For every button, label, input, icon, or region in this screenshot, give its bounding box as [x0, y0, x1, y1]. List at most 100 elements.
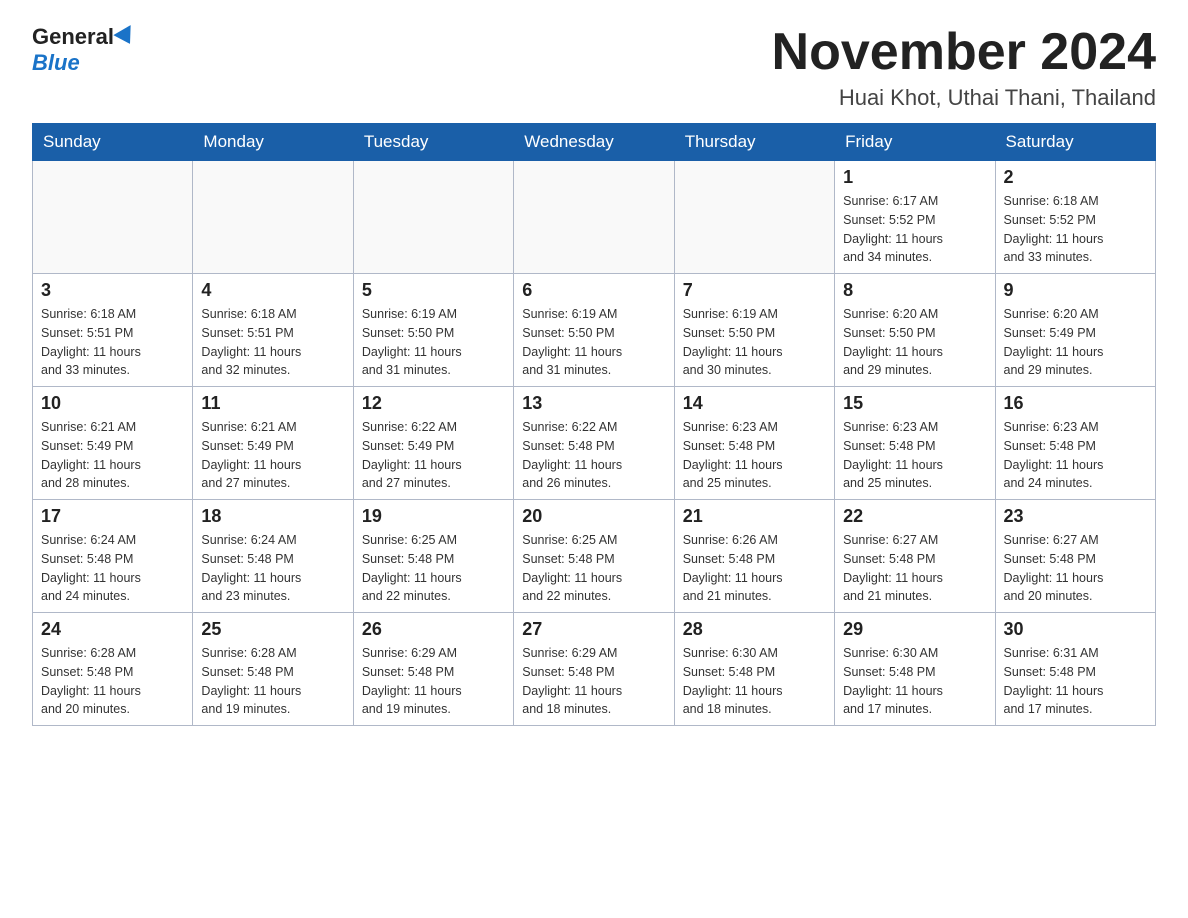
table-row: 2 Sunrise: 6:18 AMSunset: 5:52 PMDaylight…	[995, 161, 1155, 274]
day-info: Sunrise: 6:17 AMSunset: 5:52 PMDaylight:…	[843, 192, 986, 267]
page-header: General Blue November 2024 Huai Khot, Ut…	[32, 24, 1156, 111]
table-row	[193, 161, 353, 274]
table-row: 8 Sunrise: 6:20 AMSunset: 5:50 PMDaylight…	[835, 274, 995, 387]
day-info: Sunrise: 6:18 AMSunset: 5:51 PMDaylight:…	[41, 305, 184, 380]
day-info: Sunrise: 6:30 AMSunset: 5:48 PMDaylight:…	[683, 644, 826, 719]
day-info: Sunrise: 6:21 AMSunset: 5:49 PMDaylight:…	[41, 418, 184, 493]
day-info: Sunrise: 6:24 AMSunset: 5:48 PMDaylight:…	[201, 531, 344, 606]
day-info: Sunrise: 6:18 AMSunset: 5:52 PMDaylight:…	[1004, 192, 1147, 267]
table-row: 30Sunrise: 6:31 AMSunset: 5:48 PMDayligh…	[995, 613, 1155, 726]
day-number: 17	[41, 506, 184, 527]
table-row: 13Sunrise: 6:22 AMSunset: 5:48 PMDayligh…	[514, 387, 674, 500]
day-info: Sunrise: 6:25 AMSunset: 5:48 PMDaylight:…	[522, 531, 665, 606]
calendar-header-row: Sunday Monday Tuesday Wednesday Thursday…	[33, 124, 1156, 161]
table-row: 9 Sunrise: 6:20 AMSunset: 5:49 PMDaylight…	[995, 274, 1155, 387]
day-info: Sunrise: 6:28 AMSunset: 5:48 PMDaylight:…	[201, 644, 344, 719]
day-number: 23	[1004, 506, 1147, 527]
table-row: 10 Sunrise: 6:21 AMSunset: 5:49 PMDayligh…	[33, 387, 193, 500]
month-title: November 2024	[772, 24, 1156, 81]
day-info: Sunrise: 6:30 AMSunset: 5:48 PMDaylight:…	[843, 644, 986, 719]
col-sunday: Sunday	[33, 124, 193, 161]
table-row: 1 Sunrise: 6:17 AMSunset: 5:52 PMDaylight…	[835, 161, 995, 274]
table-row: 22 Sunrise: 6:27 AMSunset: 5:48 PMDayligh…	[835, 500, 995, 613]
day-info: Sunrise: 6:27 AMSunset: 5:48 PMDaylight:…	[1004, 531, 1147, 606]
day-info: Sunrise: 6:18 AMSunset: 5:51 PMDaylight:…	[201, 305, 344, 380]
day-number: 27	[522, 619, 665, 640]
table-row: 17 Sunrise: 6:24 AMSunset: 5:48 PMDayligh…	[33, 500, 193, 613]
day-number: 18	[201, 506, 344, 527]
table-row: 21 Sunrise: 6:26 AMSunset: 5:48 PMDayligh…	[674, 500, 834, 613]
calendar-table: Sunday Monday Tuesday Wednesday Thursday…	[32, 123, 1156, 726]
logo-arrow-icon	[113, 25, 138, 49]
title-block: November 2024 Huai Khot, Uthai Thani, Th…	[772, 24, 1156, 111]
day-number: 11	[201, 393, 344, 414]
day-number: 12	[362, 393, 505, 414]
day-number: 7	[683, 280, 826, 301]
table-row: 4Sunrise: 6:18 AMSunset: 5:51 PMDaylight…	[193, 274, 353, 387]
day-info: Sunrise: 6:29 AMSunset: 5:48 PMDaylight:…	[522, 644, 665, 719]
table-row	[353, 161, 513, 274]
calendar-week-row: 10 Sunrise: 6:21 AMSunset: 5:49 PMDayligh…	[33, 387, 1156, 500]
col-monday: Monday	[193, 124, 353, 161]
day-info: Sunrise: 6:27 AMSunset: 5:48 PMDaylight:…	[843, 531, 986, 606]
day-number: 25	[201, 619, 344, 640]
day-number: 1	[843, 167, 986, 188]
table-row: 6Sunrise: 6:19 AMSunset: 5:50 PMDaylight…	[514, 274, 674, 387]
logo-blue-text: Blue	[32, 50, 80, 75]
location-text: Huai Khot, Uthai Thani, Thailand	[772, 85, 1156, 111]
col-friday: Friday	[835, 124, 995, 161]
day-number: 26	[362, 619, 505, 640]
table-row: 11Sunrise: 6:21 AMSunset: 5:49 PMDayligh…	[193, 387, 353, 500]
day-info: Sunrise: 6:20 AMSunset: 5:49 PMDaylight:…	[1004, 305, 1147, 380]
table-row: 19Sunrise: 6:25 AMSunset: 5:48 PMDayligh…	[353, 500, 513, 613]
day-number: 30	[1004, 619, 1147, 640]
table-row: 15Sunrise: 6:23 AMSunset: 5:48 PMDayligh…	[835, 387, 995, 500]
logo-general-text: General	[32, 24, 114, 50]
day-number: 19	[362, 506, 505, 527]
day-info: Sunrise: 6:23 AMSunset: 5:48 PMDaylight:…	[843, 418, 986, 493]
table-row: 12 Sunrise: 6:22 AMSunset: 5:49 PMDayligh…	[353, 387, 513, 500]
day-info: Sunrise: 6:22 AMSunset: 5:48 PMDaylight:…	[522, 418, 665, 493]
table-row	[514, 161, 674, 274]
calendar-week-row: 17 Sunrise: 6:24 AMSunset: 5:48 PMDayligh…	[33, 500, 1156, 613]
day-number: 22	[843, 506, 986, 527]
day-number: 24	[41, 619, 184, 640]
table-row: 16Sunrise: 6:23 AMSunset: 5:48 PMDayligh…	[995, 387, 1155, 500]
calendar-week-row: 1 Sunrise: 6:17 AMSunset: 5:52 PMDaylight…	[33, 161, 1156, 274]
day-info: Sunrise: 6:23 AMSunset: 5:48 PMDaylight:…	[683, 418, 826, 493]
day-info: Sunrise: 6:20 AMSunset: 5:50 PMDaylight:…	[843, 305, 986, 380]
day-number: 6	[522, 280, 665, 301]
day-info: Sunrise: 6:22 AMSunset: 5:49 PMDaylight:…	[362, 418, 505, 493]
col-saturday: Saturday	[995, 124, 1155, 161]
table-row: 14 Sunrise: 6:23 AMSunset: 5:48 PMDayligh…	[674, 387, 834, 500]
day-number: 14	[683, 393, 826, 414]
col-wednesday: Wednesday	[514, 124, 674, 161]
day-number: 9	[1004, 280, 1147, 301]
day-number: 29	[843, 619, 986, 640]
table-row: 28 Sunrise: 6:30 AMSunset: 5:48 PMDayligh…	[674, 613, 834, 726]
day-number: 2	[1004, 167, 1147, 188]
day-number: 5	[362, 280, 505, 301]
table-row: 3Sunrise: 6:18 AMSunset: 5:51 PMDaylight…	[33, 274, 193, 387]
table-row	[33, 161, 193, 274]
table-row: 29 Sunrise: 6:30 AMSunset: 5:48 PMDayligh…	[835, 613, 995, 726]
table-row: 5Sunrise: 6:19 AMSunset: 5:50 PMDaylight…	[353, 274, 513, 387]
calendar-week-row: 24 Sunrise: 6:28 AMSunset: 5:48 PMDayligh…	[33, 613, 1156, 726]
col-tuesday: Tuesday	[353, 124, 513, 161]
table-row: 23 Sunrise: 6:27 AMSunset: 5:48 PMDayligh…	[995, 500, 1155, 613]
day-number: 8	[843, 280, 986, 301]
day-info: Sunrise: 6:19 AMSunset: 5:50 PMDaylight:…	[683, 305, 826, 380]
day-info: Sunrise: 6:29 AMSunset: 5:48 PMDaylight:…	[362, 644, 505, 719]
table-row: 7 Sunrise: 6:19 AMSunset: 5:50 PMDaylight…	[674, 274, 834, 387]
table-row: 25 Sunrise: 6:28 AMSunset: 5:48 PMDayligh…	[193, 613, 353, 726]
table-row: 24 Sunrise: 6:28 AMSunset: 5:48 PMDayligh…	[33, 613, 193, 726]
day-info: Sunrise: 6:24 AMSunset: 5:48 PMDaylight:…	[41, 531, 184, 606]
day-info: Sunrise: 6:28 AMSunset: 5:48 PMDaylight:…	[41, 644, 184, 719]
day-number: 10	[41, 393, 184, 414]
day-info: Sunrise: 6:26 AMSunset: 5:48 PMDaylight:…	[683, 531, 826, 606]
table-row: 26 Sunrise: 6:29 AMSunset: 5:48 PMDayligh…	[353, 613, 513, 726]
day-info: Sunrise: 6:23 AMSunset: 5:48 PMDaylight:…	[1004, 418, 1147, 493]
day-number: 28	[683, 619, 826, 640]
day-number: 21	[683, 506, 826, 527]
table-row	[674, 161, 834, 274]
